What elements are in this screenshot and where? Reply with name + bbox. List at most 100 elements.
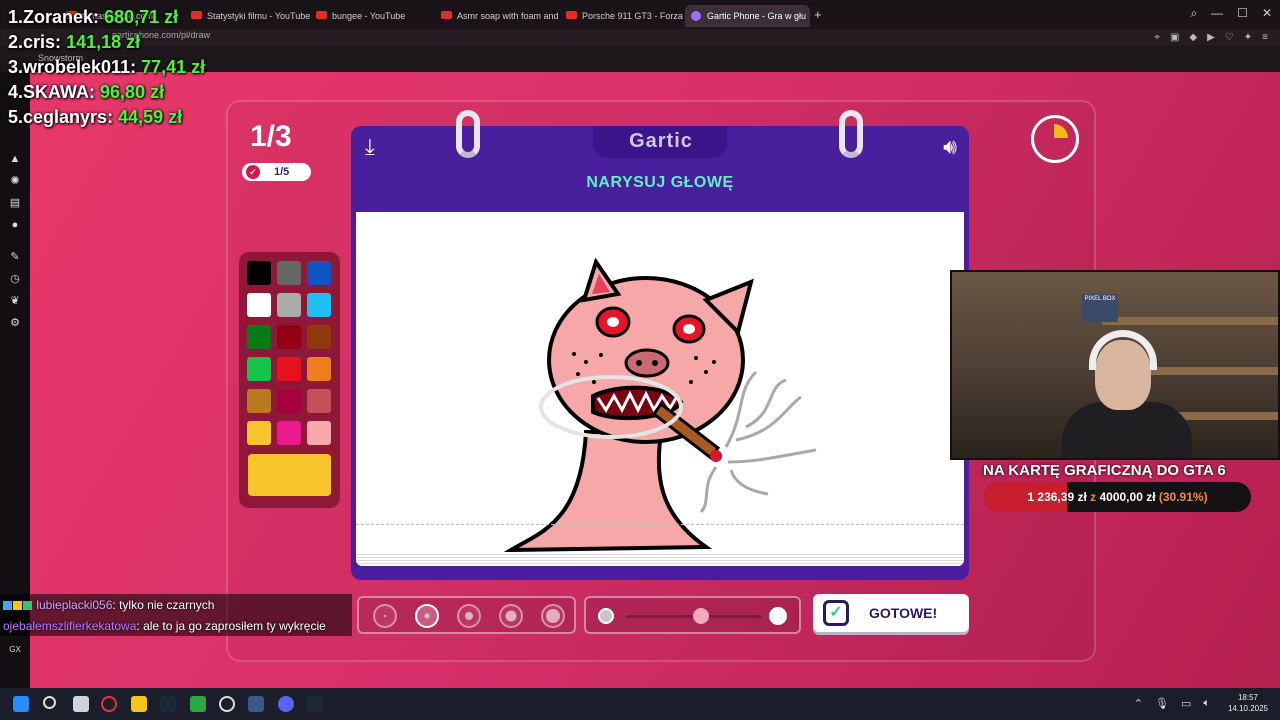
search-icon[interactable]: ⌕ — [1190, 6, 1197, 21]
color-swatch[interactable] — [277, 325, 301, 349]
color-swatch[interactable] — [307, 293, 331, 317]
leader-name: wrobelek011: — [23, 57, 137, 77]
binder-ring — [839, 110, 863, 158]
menu-icon[interactable]: ≡ — [1262, 32, 1268, 43]
drawing — [503, 257, 817, 553]
app-icon[interactable] — [248, 696, 264, 712]
obs-icon[interactable] — [219, 696, 235, 712]
download-icon[interactable]: ⤓ — [365, 134, 375, 160]
chatgpt-icon[interactable]: ✺ — [0, 170, 30, 192]
task-view-icon[interactable] — [73, 696, 89, 712]
steam-icon[interactable] — [160, 696, 176, 712]
drawing-prompt: NARYSUJ GŁOWĘ — [586, 174, 734, 191]
volume-icon[interactable]: 🔊︎ — [943, 134, 957, 160]
leader-amount: 77,41 zł — [141, 57, 206, 77]
slider-thumb[interactable] — [692, 608, 709, 624]
close-icon[interactable]: ✕ — [1262, 6, 1272, 21]
messenger-icon[interactable]: ● — [0, 214, 30, 236]
clock[interactable]: 18:57 14.10.2025 — [1228, 692, 1268, 714]
browser-tab[interactable]: Asmr soap with foam and — [435, 5, 560, 27]
color-swatch[interactable] — [247, 261, 271, 285]
speaker-icon[interactable]: 🔈︎ — [1203, 697, 1210, 710]
leaderboard-entry: 2.cris: 141,18 zł — [8, 32, 140, 53]
brush-icon[interactable]: ✎ — [0, 246, 30, 268]
screen: tomaszewski.com Statystyki filmu - YouTu… — [0, 0, 1280, 720]
maximize-icon[interactable]: ☐ — [1237, 6, 1248, 21]
stroke-size-option[interactable] — [415, 604, 439, 628]
heart-icon[interactable]: ♡ — [1225, 32, 1234, 43]
microphone-icon[interactable]: 🎙︎ — [1155, 697, 1169, 710]
done-button[interactable]: ✓ GOTOWE! — [813, 594, 969, 632]
folder-icon[interactable] — [131, 696, 147, 712]
youtube-icon — [441, 10, 452, 19]
color-swatch[interactable] — [277, 261, 301, 285]
new-tab-button[interactable]: + — [814, 7, 822, 22]
goal-target: 4000,00 zł — [1099, 490, 1156, 504]
color-swatch[interactable] — [277, 293, 301, 317]
color-swatch[interactable] — [247, 389, 271, 413]
clock-icon[interactable]: ◷ — [0, 268, 30, 290]
stroke-size-option[interactable] — [541, 604, 565, 628]
progress-count: 1/5 — [274, 166, 290, 178]
tab-label: Gartic Phone - Gra w głu — [707, 10, 807, 21]
leader-rank: 2. — [8, 32, 24, 52]
browser-tab[interactable]: bungee - YouTube — [310, 5, 435, 27]
screenshot-icon[interactable]: ▣ — [1170, 32, 1179, 43]
color-swatch[interactable] — [247, 325, 271, 349]
leader-name: ceglanyrs: — [23, 107, 114, 127]
color-swatch[interactable] — [247, 357, 271, 381]
gartic-logo: Gartic — [629, 130, 693, 152]
minimize-icon[interactable]: — — [1211, 6, 1223, 21]
steam-icon[interactable] — [307, 696, 323, 712]
check-icon: ✓ — [246, 165, 260, 179]
sketchpad: Gartic ⤓ 🔊︎ NARYSUJ GŁOWĘ — [351, 110, 969, 580]
chat-message: ojebalemszlifierkekatowa: ale to ja go z… — [3, 619, 326, 633]
window-controls: ⌕ — ☐ ✕ — [1190, 6, 1272, 21]
stroke-size-option[interactable] — [499, 604, 523, 628]
browser-tab[interactable]: Statystyki filmu - YouTube — [185, 5, 310, 27]
color-swatch[interactable] — [307, 389, 331, 413]
paw-icon[interactable]: ❦ — [0, 290, 30, 312]
aria-icon[interactable]: ▲ — [0, 148, 30, 170]
color-swatch[interactable] — [247, 421, 271, 445]
network-icon[interactable]: ▭ — [1181, 697, 1191, 710]
discord-icon[interactable] — [278, 696, 294, 712]
color-swatch[interactable] — [247, 293, 271, 317]
color-swatch[interactable] — [307, 261, 331, 285]
xbox-icon[interactable] — [190, 696, 206, 712]
browser-tab[interactable]: Porsche 911 GT3 - Forza — [560, 5, 685, 27]
color-swatch[interactable] — [277, 421, 301, 445]
windows-start-icon[interactable] — [13, 696, 29, 712]
color-palette — [239, 252, 340, 508]
leader-amount: 44,59 zł — [118, 107, 183, 127]
webcam-overlay: PIXEL BOX — [950, 270, 1280, 460]
streamer-body — [1062, 402, 1192, 458]
color-swatch[interactable] — [307, 325, 331, 349]
extension-icon[interactable]: ✦ — [1244, 32, 1252, 43]
stroke-size-option[interactable] — [457, 604, 481, 628]
color-swatch[interactable] — [307, 421, 331, 445]
stroke-size-option[interactable] — [373, 604, 397, 628]
leader-rank: 4. — [8, 82, 24, 102]
opera-gx-icon[interactable] — [101, 696, 117, 712]
slider-max-dot — [769, 607, 787, 625]
settings-icon[interactable]: ⚙ — [0, 312, 30, 334]
chat-username: ojebalemszlifierkekatowa — [3, 619, 137, 633]
pin-icon[interactable]: ⌖ — [1154, 32, 1160, 43]
search-icon[interactable] — [43, 696, 56, 709]
twitch-icon[interactable]: ▤ — [0, 192, 30, 214]
goal-separator: z — [1090, 490, 1097, 504]
paper-edge — [356, 552, 964, 566]
chevron-up-icon[interactable]: ⌃ — [1134, 697, 1143, 710]
color-swatch[interactable] — [277, 389, 301, 413]
browser-tab-active[interactable]: Gartic Phone - Gra w głu — [685, 4, 810, 27]
color-swatch[interactable] — [307, 357, 331, 381]
drawing-canvas[interactable] — [356, 212, 964, 553]
leaderboard-entry: 5.ceglanyrs: 44,59 zł — [8, 107, 182, 128]
leader-name: SKAWA: — [23, 82, 96, 102]
shield-icon[interactable]: ◆ — [1189, 32, 1197, 43]
color-swatch[interactable] — [277, 357, 301, 381]
binder-ring — [456, 110, 480, 158]
play-icon[interactable]: ▶ — [1207, 32, 1215, 43]
gx-label[interactable]: GX — [0, 645, 30, 654]
